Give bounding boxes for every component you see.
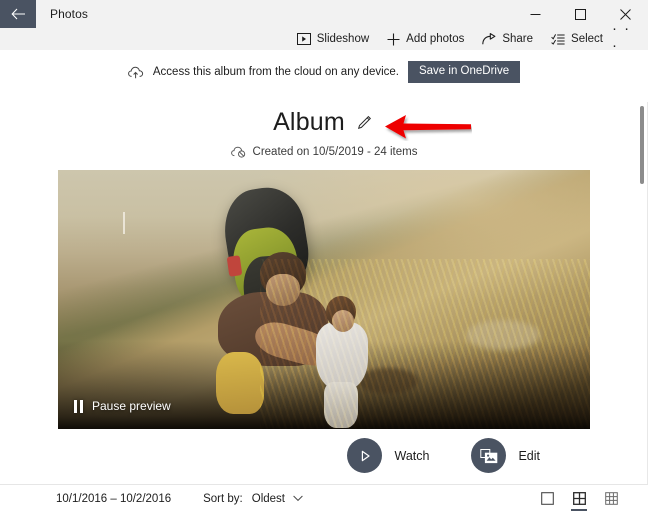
pause-preview-label: Pause preview [92,399,171,413]
minimize-icon [530,13,541,15]
share-button[interactable]: Share [473,28,542,50]
more-options-button[interactable]: · · · [612,20,640,54]
watch-button[interactable]: Watch [347,438,429,473]
minimize-button[interactable] [513,0,558,28]
cloud-off-icon [230,146,245,158]
select-list-icon [551,34,565,45]
share-label: Share [502,33,534,45]
play-icon [361,450,370,461]
save-in-onedrive-button[interactable]: Save in OneDrive [407,60,521,84]
view-mode-single[interactable] [538,489,556,509]
album-content-area: Access this album from the cloud on any … [0,51,648,512]
sort-by-dropdown[interactable]: Oldest [252,493,303,505]
select-button[interactable]: Select [542,28,612,50]
photo-detail-red-tag [226,255,243,277]
album-actions: Watch Edit [0,438,590,473]
share-icon [482,33,496,45]
back-arrow-icon [10,8,25,20]
close-icon [620,8,631,20]
onedrive-message: Access this album from the cloud on any … [152,66,399,78]
annotation-arrow [385,115,471,139]
edit-video-icon [480,448,498,463]
add-photos-button[interactable]: Add photos [378,28,473,50]
sort-by-value: Oldest [251,492,285,505]
pause-preview-button[interactable]: Pause preview [74,399,171,413]
add-photos-label: Add photos [406,33,465,45]
select-label: Select [571,33,603,45]
onedrive-banner: Access this album from the cloud on any … [0,60,648,84]
maximize-icon [575,8,586,20]
album-header: Album Created on 10/5/2019 - 24 items [0,108,648,158]
single-square-icon [540,492,554,505]
command-bar: Slideshow Add photos Share Select · · · [0,20,648,54]
album-edit-pencil-button[interactable] [355,113,375,133]
back-button[interactable] [0,0,36,28]
maximize-button[interactable] [558,0,603,28]
plus-icon [387,33,400,45]
view-mode-medium-grid[interactable] [570,489,588,511]
view-mode-small-grid[interactable] [602,489,620,509]
album-title-row: Album [273,108,375,137]
view-mode-group [538,489,620,511]
slideshow-button[interactable]: Slideshow [288,28,378,50]
edit-button[interactable]: Edit [471,438,540,473]
edit-button-circle [471,438,507,473]
pencil-icon [358,115,372,129]
watch-label: Watch [394,448,430,463]
album-photo-preview[interactable]: Pause preview [58,170,590,429]
slideshow-label: Slideshow [316,33,370,45]
small-grid-icon [604,492,618,505]
vertical-scrollbar[interactable] [639,104,645,512]
footer-bar: 10/1/2016 – 10/2/2016 Sort by: Oldest [0,484,648,512]
photo-detail-windmill [123,212,125,234]
pause-icon [74,399,83,413]
title-bar: Photos [0,0,648,28]
scrollbar-thumb[interactable] [640,106,644,184]
album-subtitle-row: Created on 10/5/2019 - 24 items [0,146,648,158]
cloud-upload-icon [127,66,143,78]
slideshow-icon [296,33,311,45]
medium-grid-icon [572,492,586,505]
edit-label: Edit [518,448,540,463]
watch-button-circle [347,438,383,473]
date-range-label: 10/1/2016 – 10/2/2016 [56,492,172,505]
chevron-down-icon [293,495,303,502]
photo-detail-yellow-gear [216,352,264,414]
photos-app-window: Photos Slideshow Add photos Share Select… [0,0,648,512]
app-title: Photos [50,7,88,21]
album-subtitle: Created on 10/5/2019 - 24 items [252,146,418,158]
sort-by-label: Sort by: [203,492,243,505]
album-title: Album [273,108,345,136]
photo-detail-grass [260,259,590,429]
photo-image [58,170,590,429]
